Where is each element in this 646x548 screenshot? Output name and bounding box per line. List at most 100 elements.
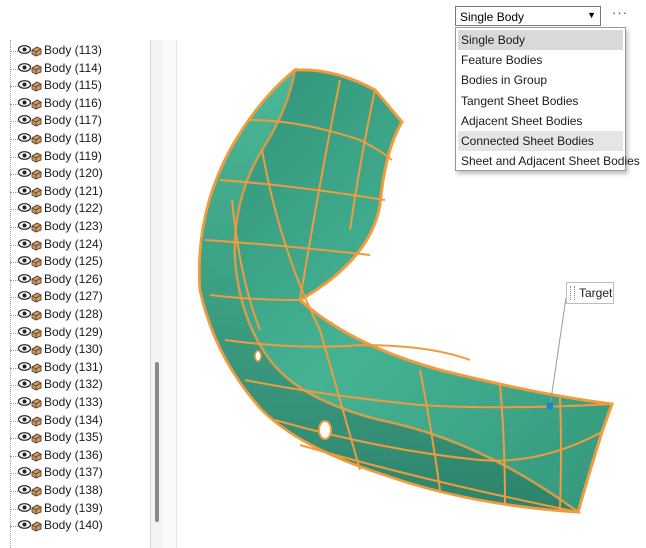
tree-item-body[interactable]: Body (139) xyxy=(0,500,150,518)
body-icon xyxy=(31,328,42,339)
tree-connector xyxy=(10,455,18,457)
tree-connector xyxy=(10,244,18,246)
menu-option-label: Feature Bodies xyxy=(461,53,543,68)
menu-option-connected-sheet-bodies[interactable]: Connected Sheet Bodies xyxy=(458,131,623,151)
tree-connector xyxy=(10,420,18,422)
tree-connector xyxy=(10,473,18,475)
tree-connector xyxy=(10,262,18,264)
tree-item-body[interactable]: Body (117) xyxy=(0,112,150,130)
body-icon xyxy=(31,187,42,198)
panel-gutter xyxy=(162,40,177,548)
tree-item-label: Body (139) xyxy=(44,500,103,515)
body-icon xyxy=(31,310,42,321)
tree-item-label: Body (131) xyxy=(44,359,103,374)
body-icon xyxy=(31,292,42,303)
tree-item-body[interactable]: Body (115) xyxy=(0,77,150,95)
tree-item-body[interactable]: Body (113) xyxy=(0,42,150,60)
more-options-button[interactable]: ··· xyxy=(609,4,631,24)
tree-item-body[interactable]: Body (131) xyxy=(0,359,150,377)
tree-scrollbar-thumb[interactable] xyxy=(155,362,159,522)
drag-grip-icon[interactable] xyxy=(570,286,575,300)
menu-option-label: Bodies in Group xyxy=(461,73,548,88)
hole-small xyxy=(254,350,262,362)
tree-item-body[interactable]: Body (125) xyxy=(0,253,150,271)
tree-item-body[interactable]: Body (134) xyxy=(0,412,150,430)
tree-item-body[interactable]: Body (133) xyxy=(0,394,150,412)
tree-item-label: Body (134) xyxy=(44,412,103,427)
menu-option-label: Adjacent Sheet Bodies xyxy=(461,113,583,128)
body-icon xyxy=(31,99,42,110)
tree-connector xyxy=(10,68,18,70)
tree-item-body[interactable]: Body (120) xyxy=(0,165,150,183)
menu-option-sheet-and-adjacent-sheet-bodies[interactable]: Sheet and Adjacent Sheet Bodies xyxy=(458,151,640,171)
body-icon xyxy=(31,152,42,163)
tree-connector xyxy=(10,367,18,369)
tree-item-body[interactable]: Body (116) xyxy=(0,95,150,113)
body-icon xyxy=(31,204,42,215)
tree-item-body[interactable]: Body (136) xyxy=(0,447,150,465)
body-icon xyxy=(31,416,42,427)
body-icon xyxy=(31,468,42,479)
menu-option-bodies-in-group[interactable]: Bodies in Group xyxy=(458,70,623,90)
tree-item-body[interactable]: Body (126) xyxy=(0,271,150,289)
tree-item-body[interactable]: Body (130) xyxy=(0,341,150,359)
dropdown-arrow-icon[interactable]: ▼ xyxy=(587,10,596,20)
tree-item-label: Body (117) xyxy=(44,113,102,128)
tree-item-body[interactable]: Body (122) xyxy=(0,200,150,218)
tree-connector xyxy=(10,508,18,510)
menu-option-feature-bodies[interactable]: Feature Bodies xyxy=(458,50,623,70)
tree-item-body[interactable]: Body (135) xyxy=(0,429,150,447)
selection-filter-dropdown[interactable]: Single Body ▼ xyxy=(455,6,601,26)
body-icon xyxy=(31,504,42,515)
tree-item-label: Body (120) xyxy=(44,166,103,181)
tree-item-body[interactable]: Body (127) xyxy=(0,288,150,306)
tree-connector xyxy=(10,121,18,123)
tree-connector xyxy=(10,174,18,176)
tree-connector xyxy=(10,438,18,440)
body-icon xyxy=(31,486,42,497)
tree-connector xyxy=(10,526,18,528)
body-icon xyxy=(31,46,42,57)
tree-item-body[interactable]: Body (119) xyxy=(0,148,150,166)
tree-connector xyxy=(10,86,18,88)
tree-item-body[interactable]: Body (129) xyxy=(0,324,150,342)
target-point-marker[interactable] xyxy=(546,402,554,410)
menu-option-tangent-sheet-bodies[interactable]: Tangent Sheet Bodies xyxy=(458,91,623,111)
tree-item-label: Body (136) xyxy=(44,447,103,462)
tree-item-body[interactable]: Body (124) xyxy=(0,236,150,254)
menu-option-label: Sheet and Adjacent Sheet Bodies xyxy=(461,154,640,169)
tree-item-label: Body (121) xyxy=(44,183,103,198)
tree-item-body[interactable]: Body (121) xyxy=(0,183,150,201)
tree-item-body[interactable]: Body (137) xyxy=(0,464,150,482)
tree-item-body[interactable]: Body (114) xyxy=(0,60,150,78)
body-icon xyxy=(31,380,42,391)
tree-item-body[interactable]: Body (128) xyxy=(0,306,150,324)
body-icon xyxy=(31,169,42,180)
tree-item-label: Body (137) xyxy=(44,465,103,480)
menu-option-single-body[interactable]: Single Body xyxy=(458,30,623,50)
tree-item-label: Body (125) xyxy=(44,254,103,269)
menu-option-label: Single Body xyxy=(461,33,526,47)
body-icon xyxy=(31,275,42,286)
tree-item-label: Body (127) xyxy=(44,289,103,304)
body-icon xyxy=(31,363,42,374)
tree-item-label: Body (113) xyxy=(44,43,102,57)
body-icon xyxy=(31,433,42,444)
tree-item-body[interactable]: Body (123) xyxy=(0,218,150,236)
tree-item-body[interactable]: Body (140) xyxy=(0,517,150,535)
tree-item-body[interactable]: Body (118) xyxy=(0,130,150,148)
tree-item-body[interactable]: Body (138) xyxy=(0,482,150,500)
tree-item-label: Body (130) xyxy=(44,342,103,357)
target-label-tag[interactable]: Target xyxy=(566,282,614,304)
tree-item-label: Body (122) xyxy=(44,201,103,216)
tree-connector xyxy=(10,350,18,352)
tree-connector xyxy=(10,403,18,404)
hole-large xyxy=(318,420,332,440)
tree-connector xyxy=(10,491,18,492)
tree-item-body[interactable]: Body (132) xyxy=(0,376,150,394)
tree-item-label: Body (114) xyxy=(44,60,102,75)
body-icon xyxy=(31,222,42,233)
tree-item-label: Body (128) xyxy=(44,307,103,321)
menu-option-adjacent-sheet-bodies[interactable]: Adjacent Sheet Bodies xyxy=(458,111,623,131)
target-label: Target xyxy=(579,286,613,300)
